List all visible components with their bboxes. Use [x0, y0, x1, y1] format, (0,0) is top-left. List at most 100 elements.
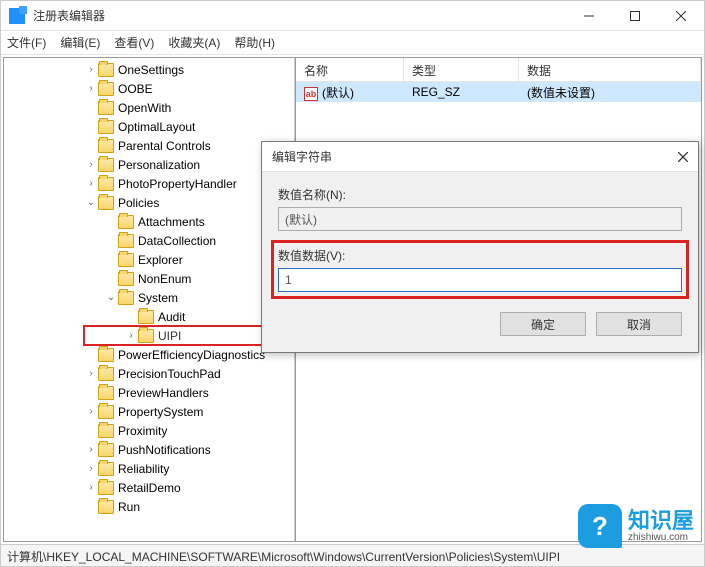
folder-icon [98, 63, 114, 77]
minimize-button[interactable] [566, 1, 612, 31]
tree-item-label: PropertySystem [118, 405, 203, 419]
tree-item-label: System [138, 291, 178, 305]
col-name[interactable]: 名称 [296, 58, 404, 81]
dialog-titlebar: 编辑字符串 [262, 142, 698, 172]
folder-icon [98, 462, 114, 476]
list-row[interactable]: ab(默认) REG_SZ (数值未设置) [296, 82, 701, 102]
edit-string-dialog: 编辑字符串 数值名称(N): 数值数据(V): 确定 取消 [261, 141, 699, 353]
name-input[interactable] [278, 207, 682, 231]
folder-icon [98, 424, 114, 438]
expand-icon[interactable]: › [84, 444, 98, 455]
tree-item-label: Explorer [138, 253, 183, 267]
tree-panel[interactable]: › OneSettings › OOBE OpenWith OptimalLayout Pa… [3, 57, 295, 542]
expand-icon[interactable]: › [84, 83, 98, 94]
menu-help[interactable]: 帮助(H) [234, 34, 275, 51]
tree-item-optimallayout[interactable]: OptimalLayout [84, 117, 295, 136]
tree-item-run[interactable]: Run [84, 497, 295, 516]
ok-button[interactable]: 确定 [500, 312, 586, 336]
folder-icon [98, 120, 114, 134]
folder-icon [98, 367, 114, 381]
cell-name: ab (默认) [296, 84, 404, 101]
folder-icon [118, 234, 134, 248]
dialog-close-button[interactable] [668, 142, 698, 172]
name-label: 数值名称(N): [278, 186, 682, 203]
list-header: 名称 类型 数据 [296, 58, 701, 82]
tree-item-label: OpenWith [118, 101, 171, 115]
tree-item-previewhandlers[interactable]: PreviewHandlers [84, 383, 295, 402]
app-icon [9, 8, 25, 24]
tree-item-label: PushNotifications [118, 443, 211, 457]
folder-icon [98, 481, 114, 495]
menu-favorites[interactable]: 收藏夹(A) [168, 34, 220, 51]
folder-icon [98, 101, 114, 115]
folder-icon [98, 386, 114, 400]
folder-icon [98, 500, 114, 514]
tree-item-onesettings[interactable]: › OneSettings [84, 60, 295, 79]
tree-item-label: DataCollection [138, 234, 216, 248]
tree-item-retaildemo[interactable]: › RetailDemo [84, 478, 295, 497]
tree-item-propertysystem[interactable]: › PropertySystem [84, 402, 295, 421]
close-button[interactable] [658, 1, 704, 31]
tree-item-label: PrecisionTouchPad [118, 367, 221, 381]
cancel-button[interactable]: 取消 [596, 312, 682, 336]
data-label: 数值数据(V): [278, 247, 682, 264]
tree-item-label: OOBE [118, 82, 153, 96]
tree-item-label: UIPI [158, 329, 181, 343]
titlebar: 注册表编辑器 [1, 1, 704, 31]
window-controls [566, 1, 704, 31]
expand-icon[interactable]: › [84, 368, 98, 379]
dialog-title: 编辑字符串 [272, 148, 668, 165]
folder-icon [118, 272, 134, 286]
tree-item-label: Proximity [118, 424, 167, 438]
tree-item-label: Audit [158, 310, 185, 324]
tree-item-precisiontouchpad[interactable]: › PrecisionTouchPad [84, 364, 295, 383]
expand-icon[interactable]: › [84, 159, 98, 170]
tree-item-label: Policies [118, 196, 159, 210]
window-title: 注册表编辑器 [33, 7, 566, 24]
expand-icon[interactable]: › [84, 482, 98, 493]
expand-icon[interactable]: › [84, 178, 98, 189]
folder-icon [98, 158, 114, 172]
col-data[interactable]: 数据 [519, 58, 701, 81]
tree-item-label: Run [118, 500, 140, 514]
tree-item-openwith[interactable]: OpenWith [84, 98, 295, 117]
folder-icon [98, 177, 114, 191]
tree-item-pushnotifications[interactable]: › PushNotifications [84, 440, 295, 459]
data-input[interactable] [278, 268, 682, 292]
expand-icon[interactable]: ⌄ [104, 292, 118, 303]
folder-icon [118, 291, 134, 305]
folder-icon [118, 215, 134, 229]
folder-icon [98, 405, 114, 419]
tree-item-label: OneSettings [118, 63, 184, 77]
expand-icon[interactable]: ⌄ [84, 197, 98, 208]
folder-icon [98, 443, 114, 457]
tree-item-label: RetailDemo [118, 481, 181, 495]
dialog-body: 数值名称(N): 数值数据(V): 确定 取消 [262, 172, 698, 352]
string-value-icon: ab [304, 87, 318, 101]
tree-item-label: Parental Controls [118, 139, 211, 153]
expand-icon[interactable]: › [84, 463, 98, 474]
watermark-text: 知识屋 zhishiwu.com [628, 510, 694, 543]
tree-item-reliability[interactable]: ›Reliability [84, 459, 295, 478]
col-type[interactable]: 类型 [404, 58, 519, 81]
menu-file[interactable]: 文件(F) [7, 34, 46, 51]
expand-icon[interactable]: › [84, 406, 98, 417]
folder-icon [98, 139, 114, 153]
tree-item-label: PreviewHandlers [118, 386, 209, 400]
tree-item-label: Attachments [138, 215, 205, 229]
tree-item-oobe[interactable]: › OOBE [84, 79, 295, 98]
folder-icon [98, 82, 114, 96]
tree-item-proximity[interactable]: Proximity [84, 421, 295, 440]
folder-icon [98, 196, 114, 210]
folder-icon [138, 329, 154, 343]
folder-icon [118, 253, 134, 267]
value-name: (默认) [322, 86, 354, 100]
expand-icon[interactable]: › [124, 330, 138, 341]
tree-item-label: OptimalLayout [118, 120, 195, 134]
tree-item-label: PhotoPropertyHandler [118, 177, 237, 191]
menu-view[interactable]: 查看(V) [114, 34, 154, 51]
maximize-button[interactable] [612, 1, 658, 31]
expand-icon[interactable]: › [84, 64, 98, 75]
menu-edit[interactable]: 编辑(E) [60, 34, 100, 51]
watermark-icon: ? [578, 504, 622, 548]
